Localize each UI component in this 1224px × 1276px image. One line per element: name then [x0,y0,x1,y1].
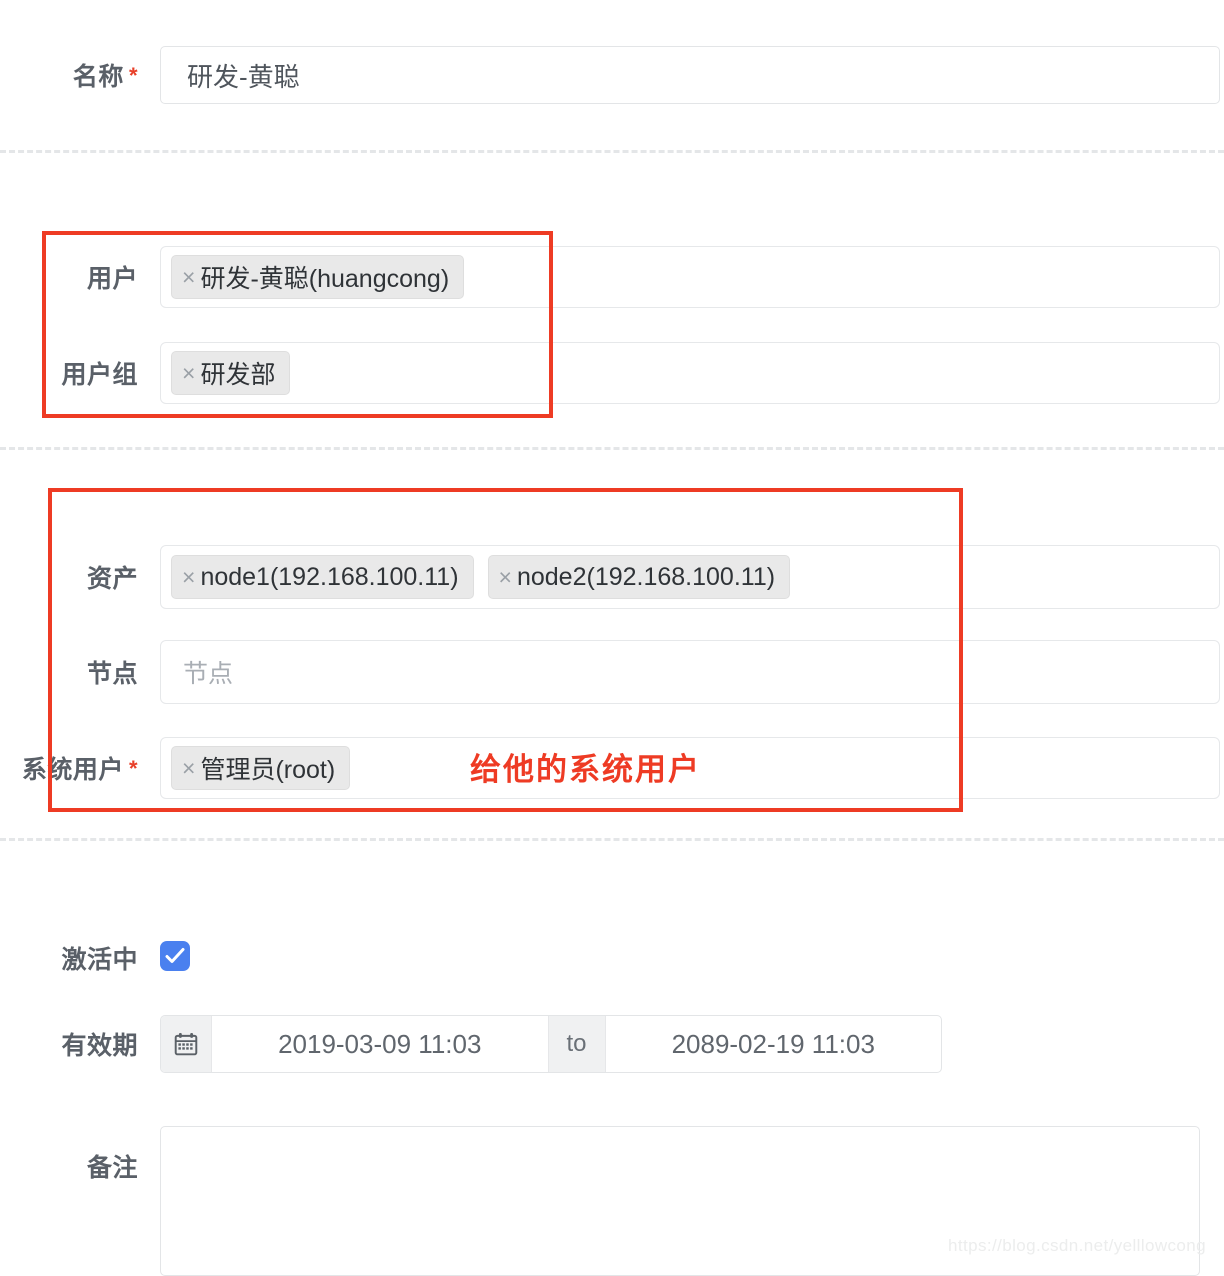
name-input-value: 研发-黄聪 [187,61,300,92]
calendar-glyph [174,1032,198,1056]
tag-asset-0-label: node1(192.168.100.11) [200,562,459,591]
label-validity-text: 有效期 [61,1032,138,1060]
required-asterisk: * [128,756,138,781]
field-wrap-validity: 2019-03-09 11:03 to 2089-02-19 11:03 [160,1015,1224,1073]
label-asset-text: 资产 [86,565,138,593]
usergroup-select[interactable]: × 研发部 [160,342,1220,404]
label-user-text: 用户 [86,265,138,293]
field-wrap-active [160,940,1224,976]
tag-remove-icon[interactable]: × [182,565,195,589]
tag-remove-icon[interactable]: × [182,756,195,780]
required-asterisk: * [128,63,138,88]
form-row-validity: 有效期 2019-03-09 11:03 to 2089-02-19 11:03 [0,1015,1224,1073]
label-remark: 备注 [0,1126,160,1184]
node-select-placeholder: 节点 [183,660,234,688]
tag-asset-0[interactable]: × node1(192.168.100.11) [171,555,474,599]
date-range-picker[interactable]: 2019-03-09 11:03 to 2089-02-19 11:03 [160,1015,942,1073]
field-wrap-asset: × node1(192.168.100.11) × node2(192.168.10… [160,545,1224,609]
label-node: 节点 [0,654,160,690]
label-usergroup: 用户组 [0,355,160,391]
tag-systemuser-0[interactable]: × 管理员(root) [171,746,351,790]
form-row-asset: 资产 × node1(192.168.100.11) × node2(192.168… [0,545,1224,609]
form-row-active: 激活中 [0,940,1224,976]
node-select[interactable]: 节点 [160,640,1220,704]
label-systemuser-text: 系统用户 [21,756,124,784]
label-user: 用户 [0,259,160,295]
annotation-callout-systemuser: 给他的系统用户 [470,752,701,787]
form-row-node: 节点 节点 [0,640,1224,704]
name-input[interactable]: 研发-黄聪 [160,46,1220,104]
label-node-text: 节点 [86,660,138,688]
tag-remove-icon[interactable]: × [182,361,195,385]
tag-user-0-label: 研发-黄聪(huangcong) [200,265,450,293]
active-checkbox[interactable] [160,940,190,971]
form-row-name: 名称 * 研发-黄聪 [0,45,1224,105]
date-start[interactable]: 2019-03-09 11:03 [212,1016,548,1072]
field-wrap-name: 研发-黄聪 [160,46,1224,104]
label-name-text: 名称 [72,63,124,91]
section-separator-3 [0,838,1224,841]
label-usergroup-text: 用户组 [61,361,138,389]
label-validity: 有效期 [0,1026,160,1062]
field-wrap-node: 节点 [160,640,1224,704]
watermark: https://blog.csdn.net/yelllowcong [948,1236,1206,1255]
field-wrap-user: × 研发-黄聪(huangcong) [160,246,1224,308]
field-wrap-usergroup: × 研发部 [160,342,1224,404]
tag-usergroup-0-label: 研发部 [200,361,276,389]
date-end[interactable]: 2089-02-19 11:03 [606,1016,942,1072]
tag-asset-1-label: node2(192.168.100.11) [516,562,776,591]
label-systemuser: 系统用户 * [0,750,160,786]
section-separator-1 [0,150,1224,153]
label-active: 激活中 [0,940,160,976]
tag-remove-icon[interactable]: × [182,265,195,289]
check-icon [165,947,185,963]
date-separator: to [547,1016,606,1072]
asset-select[interactable]: × node1(192.168.100.11) × node2(192.168.10… [160,545,1220,609]
tag-systemuser-0-label: 管理员(root) [200,756,336,784]
form-row-usergroup: 用户组 × 研发部 [0,342,1224,404]
tag-user-0[interactable]: × 研发-黄聪(huangcong) [171,255,465,299]
tag-asset-1[interactable]: × node2(192.168.100.11) [487,555,791,599]
label-name: 名称 * [0,57,160,93]
section-separator-2 [0,447,1224,450]
calendar-icon[interactable] [161,1016,212,1072]
tag-usergroup-0[interactable]: × 研发部 [171,351,291,395]
label-remark-text: 备注 [86,1154,138,1182]
form-row-user: 用户 × 研发-黄聪(huangcong) [0,246,1224,308]
user-select[interactable]: × 研发-黄聪(huangcong) [160,246,1220,308]
label-active-text: 激活中 [61,946,138,974]
label-asset: 资产 [0,559,160,595]
tag-remove-icon[interactable]: × [499,565,512,589]
